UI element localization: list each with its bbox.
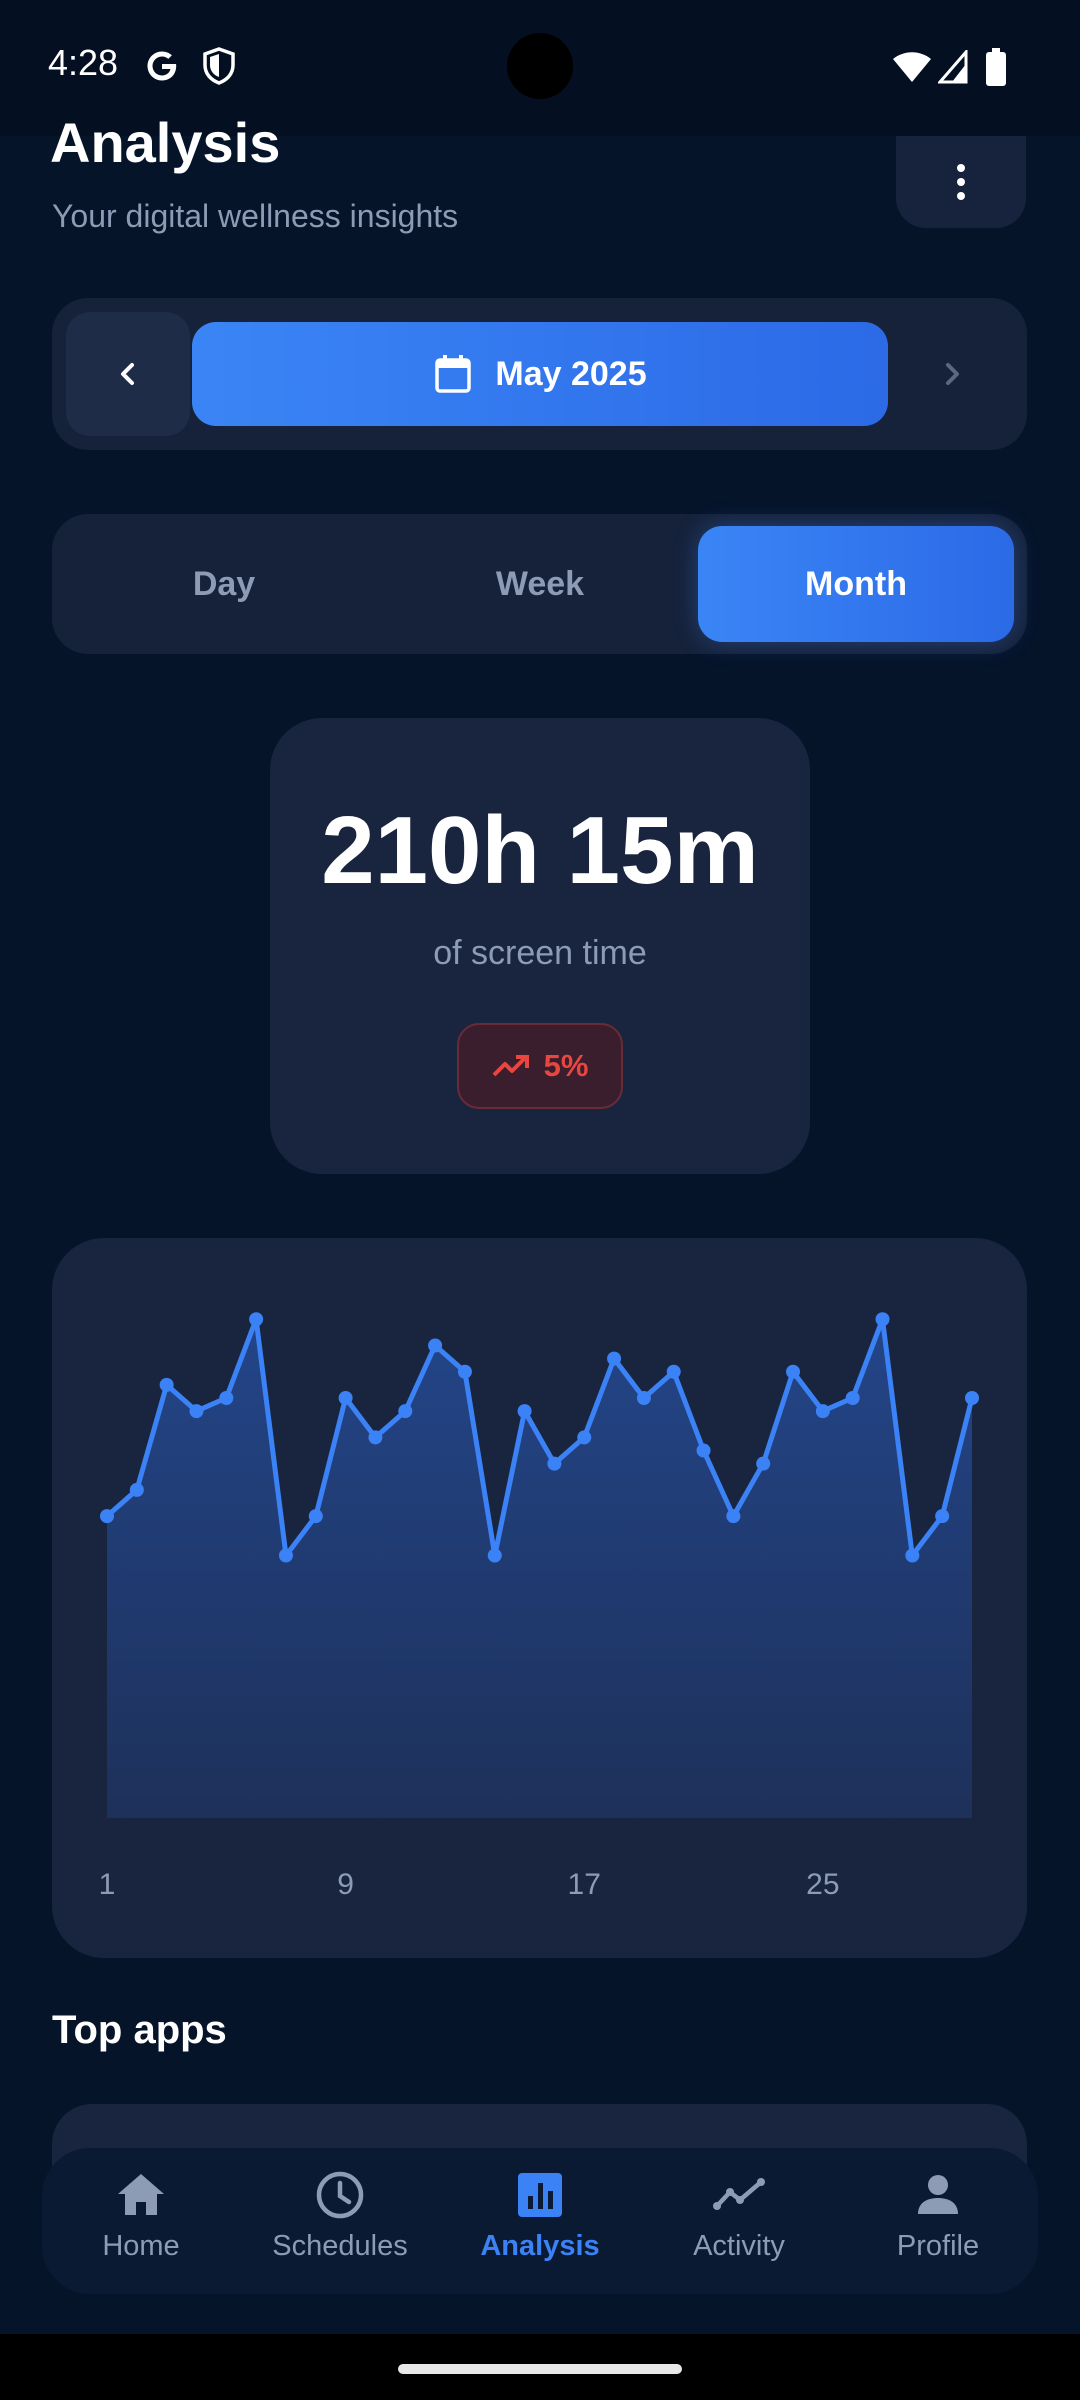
screen-time-chart: 1 9 17 25 (99, 1312, 979, 1901)
total-screen-time: 210h 15m (321, 797, 759, 904)
chart-point[interactable] (278, 1548, 293, 1563)
chart-point[interactable] (487, 1548, 502, 1563)
tab-day[interactable]: Day (66, 526, 382, 642)
chart-point[interactable] (308, 1509, 323, 1524)
status-time: 4:28 (48, 42, 119, 83)
top-apps-heading: Top apps (52, 2008, 227, 2052)
trending-up-icon (492, 1055, 529, 1077)
chart-point[interactable] (547, 1456, 562, 1471)
x-tick-label: 25 (806, 1868, 839, 1901)
x-tick-label: 1 (99, 1868, 116, 1901)
chart-point[interactable] (517, 1404, 532, 1419)
previous-month-button[interactable] (66, 312, 190, 436)
chart-point[interactable] (786, 1364, 801, 1379)
chart-point[interactable] (815, 1404, 830, 1419)
chart-point[interactable] (577, 1430, 592, 1445)
tab-week[interactable]: Week (382, 526, 698, 642)
nav-profile-label: Profile (896, 2230, 980, 2262)
nav-activity[interactable]: Activity (641, 2168, 837, 2278)
chart-point[interactable] (726, 1509, 741, 1524)
page-title: Analysis (50, 111, 281, 174)
chart-point[interactable] (129, 1482, 144, 1497)
chevron-right-icon (946, 363, 959, 385)
nav-home-label: Home (102, 2230, 180, 2262)
chart-point[interactable] (457, 1364, 472, 1379)
chart-point[interactable] (219, 1391, 234, 1405)
chart-point[interactable] (756, 1456, 771, 1471)
activity-line-icon (713, 2178, 765, 2210)
chart-point[interactable] (159, 1377, 174, 1392)
chart-point[interactable] (249, 1312, 264, 1327)
chevron-left-icon (121, 363, 134, 385)
chart-point[interactable] (845, 1391, 860, 1405)
bar-chart-icon (518, 2173, 562, 2217)
nav-schedules-label: Schedules (272, 2230, 408, 2262)
clock-icon (316, 2171, 364, 2219)
x-tick-label: 17 (568, 1868, 601, 1901)
chart-point[interactable] (905, 1548, 920, 1563)
chart-point[interactable] (368, 1430, 383, 1445)
google-g-icon (147, 51, 177, 81)
chart-point[interactable] (607, 1351, 622, 1366)
tab-month[interactable]: Month (698, 526, 1014, 642)
change-percent: 5% (543, 1048, 589, 1083)
chart-area-fill (107, 1319, 972, 1818)
nav-schedules[interactable]: Schedules (242, 2168, 438, 2278)
signal-icon (938, 50, 968, 84)
page-subtitle: Your digital wellness insights (52, 198, 459, 234)
shield-icon (203, 47, 235, 85)
front-camera (507, 33, 573, 99)
chart-point[interactable] (428, 1338, 443, 1353)
nav-analysis[interactable]: Analysis (442, 2168, 638, 2278)
chart-point[interactable] (666, 1364, 681, 1379)
nav-profile[interactable]: Profile (840, 2168, 1036, 2278)
chart-point[interactable] (338, 1391, 353, 1405)
month-label: May 2025 (495, 354, 647, 393)
nav-analysis-label: Analysis (480, 2230, 600, 2262)
person-icon (918, 2175, 958, 2214)
chart-point[interactable] (636, 1391, 651, 1405)
chart-point[interactable] (935, 1509, 950, 1524)
x-tick-label: 9 (337, 1868, 354, 1901)
calendar-icon (435, 355, 472, 393)
chart-point[interactable] (696, 1443, 711, 1458)
battery-icon (986, 48, 1006, 86)
more-vert-icon (957, 164, 965, 200)
wifi-icon (893, 52, 931, 82)
change-badge: 5% (457, 1023, 623, 1109)
chart-point[interactable] (189, 1404, 204, 1419)
next-month-button[interactable] (890, 312, 1014, 436)
more-options-button[interactable] (896, 136, 1026, 228)
month-picker-button[interactable]: May 2025 (192, 322, 888, 426)
chart-point[interactable] (875, 1312, 890, 1327)
chart-point[interactable] (965, 1391, 979, 1405)
home-indicator[interactable] (398, 2364, 682, 2374)
chart-point[interactable] (100, 1509, 114, 1524)
chart-point[interactable] (398, 1404, 413, 1419)
screen-time-caption: of screen time (433, 934, 647, 972)
nav-home[interactable]: Home (43, 2168, 239, 2278)
home-icon (118, 2174, 164, 2215)
nav-activity-label: Activity (693, 2230, 785, 2262)
